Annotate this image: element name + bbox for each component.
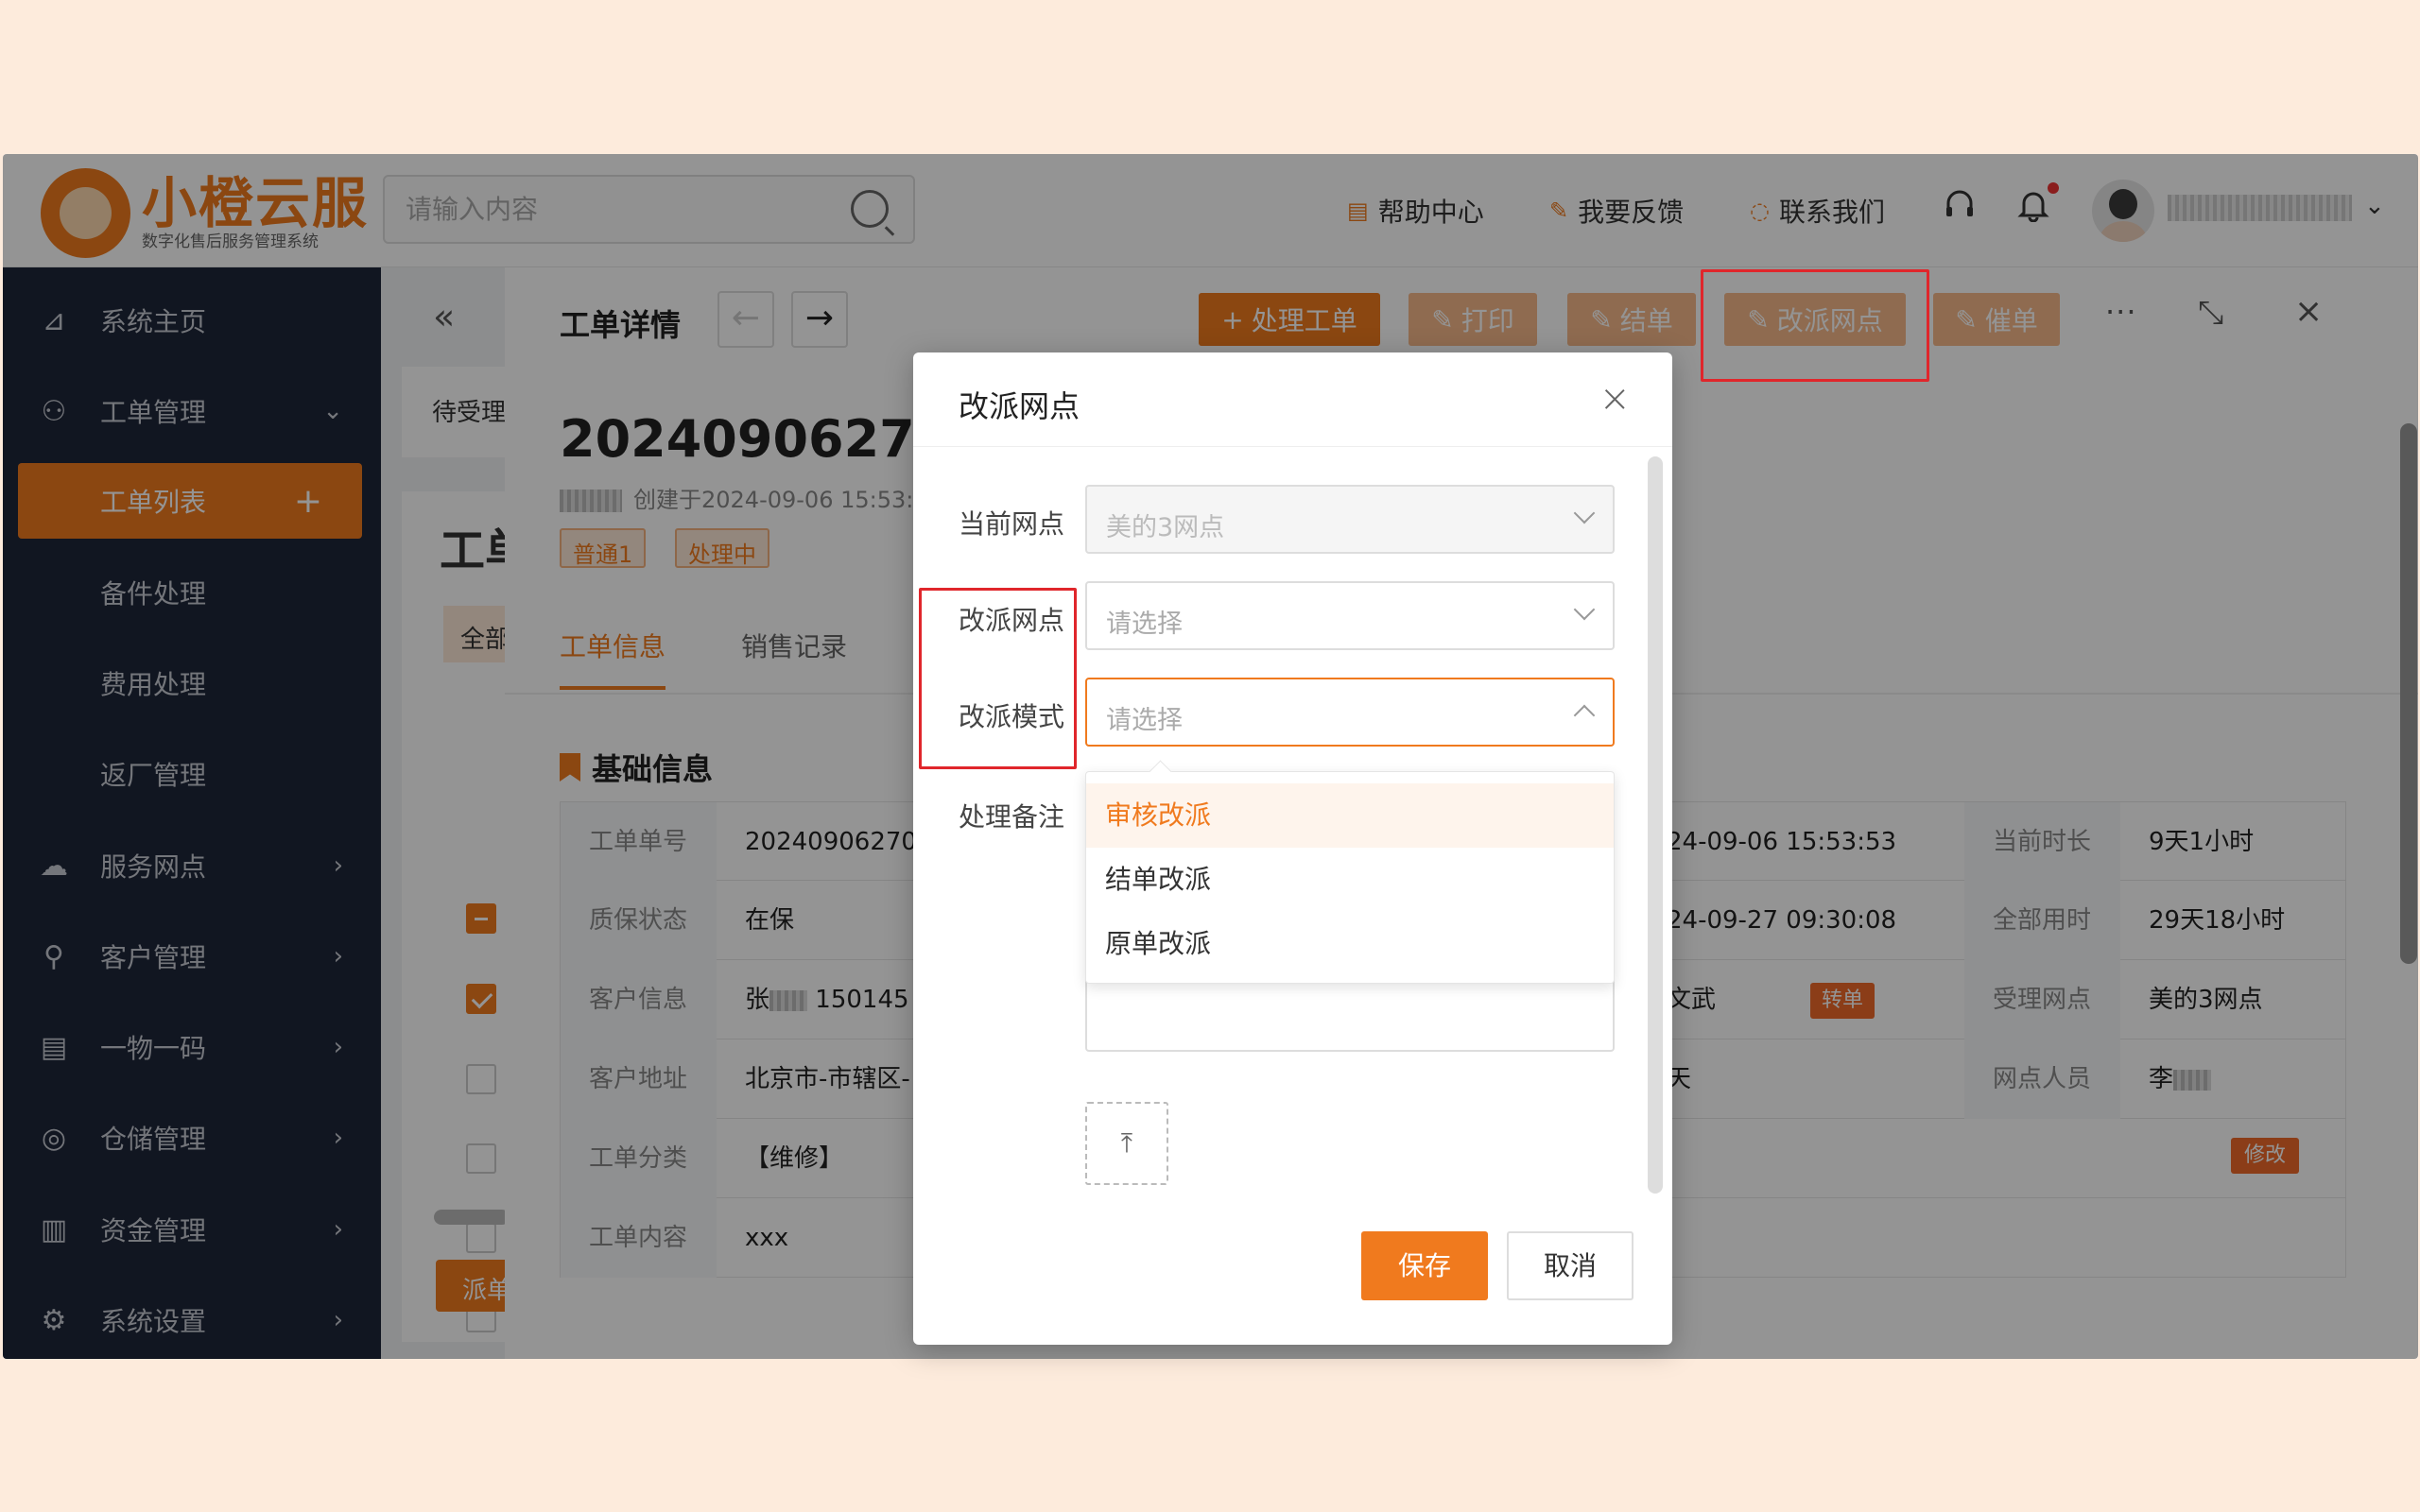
reassign-mode-dropdown: 审核改派 结单改派 原单改派 — [1085, 771, 1615, 984]
dialog-scrollbar[interactable] — [1648, 456, 1663, 1194]
upload-button[interactable]: ⤒ — [1085, 1102, 1168, 1185]
current-outlet-value: 美的3网点 — [1106, 513, 1225, 542]
dialog-header: 改派网点 × — [913, 352, 1672, 447]
dialog-title: 改派网点 — [959, 388, 1080, 424]
current-outlet-select: 美的3网点 — [1085, 485, 1615, 554]
chevron-down-icon — [1573, 502, 1596, 524]
cancel-button[interactable]: 取消 — [1507, 1231, 1634, 1300]
reassign-outlet-dialog: 改派网点 × 当前网点 美的3网点 改派网点 请选择 改派模式 请选择 处理备注… — [913, 352, 1672, 1345]
highlight-box-field-labels — [919, 588, 1077, 769]
reassign-outlet-placeholder: 请选择 — [1106, 610, 1183, 639]
highlight-box-reassign-button — [1701, 269, 1929, 382]
close-icon[interactable]: × — [1599, 377, 1631, 421]
reassign-mode-placeholder: 请选择 — [1106, 706, 1183, 735]
current-outlet-label: 当前网点 — [958, 508, 1064, 540]
reassign-mode-select[interactable]: 请选择 — [1085, 678, 1615, 747]
reassign-outlet-select[interactable]: 请选择 — [1085, 581, 1615, 650]
chevron-up-icon — [1573, 704, 1596, 727]
chevron-down-icon — [1573, 598, 1596, 621]
option-original-reassign[interactable]: 原单改派 — [1086, 912, 1614, 976]
remarks-label: 处理备注 — [958, 801, 1064, 833]
option-close-reassign[interactable]: 结单改派 — [1086, 848, 1614, 912]
option-audit-reassign[interactable]: 审核改派 — [1086, 783, 1614, 848]
save-button[interactable]: 保存 — [1361, 1231, 1488, 1300]
upload-icon: ⤒ — [1120, 1127, 1133, 1159]
